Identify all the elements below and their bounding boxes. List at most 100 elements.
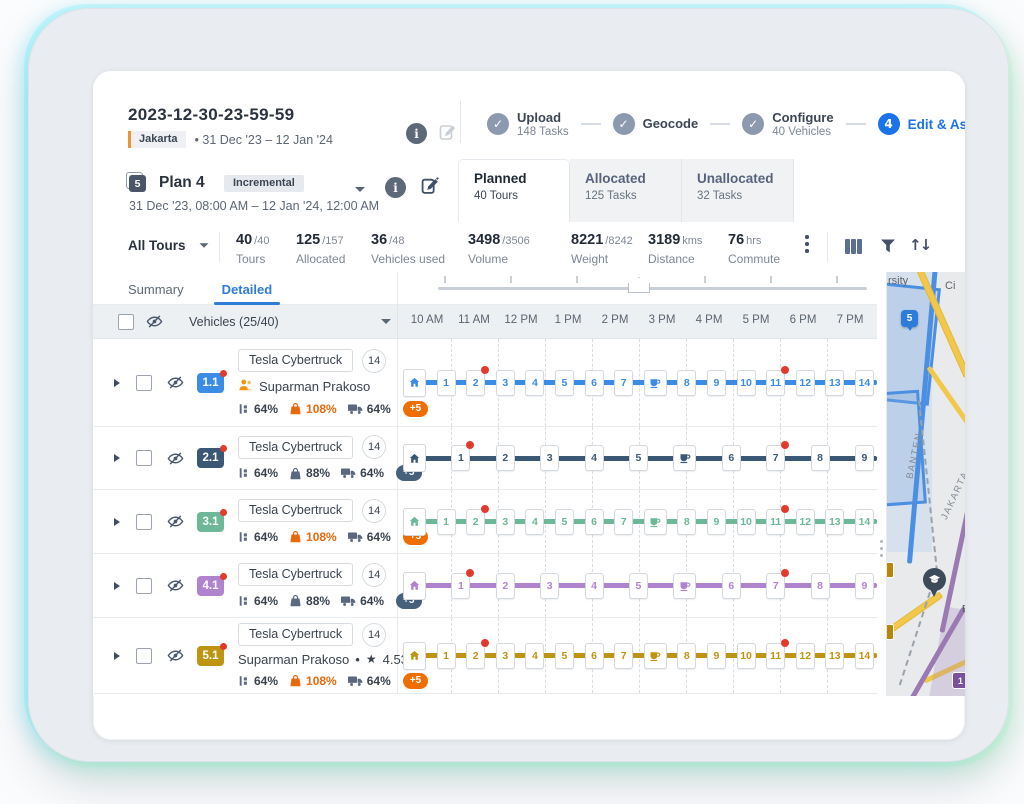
- edit-plan-icon[interactable]: [421, 176, 440, 200]
- expand-arrow-icon[interactable]: [114, 518, 120, 526]
- home-stop-icon[interactable]: [403, 444, 426, 472]
- stop-marker[interactable]: 6: [585, 509, 604, 535]
- stop-marker[interactable]: 5: [555, 509, 574, 535]
- stop-marker[interactable]: 4: [525, 509, 544, 535]
- break-stop-icon[interactable]: [644, 643, 667, 669]
- stop-marker[interactable]: 11: [766, 370, 785, 396]
- visibility-off-icon[interactable]: [146, 313, 163, 330]
- stop-marker[interactable]: 2: [466, 643, 485, 669]
- stop-marker[interactable]: 7: [614, 509, 633, 535]
- tab-detailed[interactable]: Detailed: [222, 280, 273, 297]
- row-checkbox[interactable]: [136, 578, 152, 594]
- task-count-badge[interactable]: 14: [362, 563, 386, 587]
- stop-marker[interactable]: 6: [585, 643, 604, 669]
- stop-marker[interactable]: 7: [766, 445, 785, 471]
- stop-marker[interactable]: 11: [766, 643, 785, 669]
- stop-marker[interactable]: 13: [825, 370, 844, 396]
- stop-marker[interactable]: 3: [496, 509, 515, 535]
- row-checkbox[interactable]: [136, 375, 152, 391]
- break-stop-icon[interactable]: [644, 509, 667, 535]
- row-checkbox[interactable]: [136, 450, 152, 466]
- step-configure[interactable]: ✓Configure40 Vehicles: [742, 111, 833, 138]
- expand-arrow-icon[interactable]: [114, 379, 120, 387]
- stop-marker[interactable]: 10: [737, 643, 756, 669]
- info-icon[interactable]: i: [406, 123, 427, 144]
- step-geocode[interactable]: ✓Geocode: [613, 113, 699, 135]
- stop-marker[interactable]: 1: [437, 509, 456, 535]
- filter-icon[interactable]: [880, 239, 896, 259]
- stop-marker[interactable]: 1: [451, 573, 470, 599]
- visibility-off-icon[interactable]: [167, 513, 184, 530]
- stop-marker[interactable]: 4: [585, 445, 604, 471]
- expand-arrow-icon[interactable]: [114, 582, 120, 590]
- stop-marker[interactable]: 9: [855, 445, 874, 471]
- stop-marker[interactable]: 7: [614, 370, 633, 396]
- stop-marker[interactable]: 6: [585, 370, 604, 396]
- tab-summary[interactable]: Summary: [128, 280, 184, 297]
- tour-badge[interactable]: 3.1: [197, 512, 224, 532]
- stop-marker[interactable]: 12: [796, 643, 815, 669]
- tour-badge[interactable]: 4.1: [197, 576, 224, 596]
- stop-marker[interactable]: 5: [629, 573, 648, 599]
- stop-marker[interactable]: 9: [707, 370, 726, 396]
- expand-arrow-icon[interactable]: [114, 454, 120, 462]
- stop-marker[interactable]: 1: [437, 370, 456, 396]
- stop-marker[interactable]: 3: [540, 445, 559, 471]
- stop-marker[interactable]: 5: [555, 643, 574, 669]
- stop-marker[interactable]: 13: [825, 643, 844, 669]
- visibility-off-icon[interactable]: [167, 647, 184, 664]
- expand-arrow-icon[interactable]: [114, 652, 120, 660]
- task-count-badge[interactable]: 14: [362, 499, 386, 523]
- vehicle-name[interactable]: Tesla Cybertruck: [238, 349, 353, 372]
- break-stop-icon[interactable]: [673, 445, 696, 471]
- stop-marker[interactable]: 4: [525, 643, 544, 669]
- row-checkbox[interactable]: [136, 648, 152, 664]
- slider-track[interactable]: [438, 287, 867, 290]
- stop-marker[interactable]: 14: [855, 509, 874, 535]
- stop-marker[interactable]: 2: [466, 509, 485, 535]
- stop-marker[interactable]: 9: [707, 509, 726, 535]
- home-stop-icon[interactable]: [403, 572, 426, 600]
- chevron-down-icon[interactable]: [381, 319, 391, 324]
- stop-marker[interactable]: 14: [855, 643, 874, 669]
- map-marker-gold[interactable]: [887, 624, 894, 640]
- stop-marker[interactable]: 13: [825, 509, 844, 535]
- stop-marker[interactable]: 8: [677, 370, 696, 396]
- tab-unallocated[interactable]: Unallocated32 Tasks: [682, 159, 794, 222]
- vehicle-name[interactable]: Tesla Cybertruck: [238, 499, 353, 522]
- task-count-badge[interactable]: 14: [362, 349, 386, 373]
- stop-marker[interactable]: 8: [677, 643, 696, 669]
- row-checkbox[interactable]: [136, 514, 152, 530]
- tour-badge[interactable]: 1.1: [197, 373, 224, 393]
- stop-marker[interactable]: 3: [496, 643, 515, 669]
- stop-marker[interactable]: 12: [796, 370, 815, 396]
- stop-marker[interactable]: 2: [496, 573, 515, 599]
- chevron-down-icon[interactable]: [355, 187, 365, 192]
- stop-marker[interactable]: 6: [722, 573, 741, 599]
- stop-marker[interactable]: 11: [766, 509, 785, 535]
- stop-marker[interactable]: 3: [496, 370, 515, 396]
- map-marker-zone[interactable]: 5: [901, 310, 918, 327]
- more-options-icon[interactable]: [805, 235, 809, 256]
- stop-marker[interactable]: 1: [437, 643, 456, 669]
- tab-planned[interactable]: Planned40 Tours: [458, 159, 570, 223]
- stop-marker[interactable]: 10: [737, 509, 756, 535]
- tour-filter-dropdown[interactable]: All Tours: [128, 238, 209, 253]
- stop-marker[interactable]: 2: [496, 445, 515, 471]
- visibility-off-icon[interactable]: [167, 577, 184, 594]
- stop-marker[interactable]: 5: [629, 445, 648, 471]
- tour-badge[interactable]: 2.1: [197, 448, 224, 468]
- stop-marker[interactable]: 9: [855, 573, 874, 599]
- task-count-badge[interactable]: 14: [362, 623, 386, 647]
- visibility-off-icon[interactable]: [167, 374, 184, 391]
- stop-marker[interactable]: 14: [855, 370, 874, 396]
- visibility-off-icon[interactable]: [167, 450, 184, 467]
- group-checkbox[interactable]: [118, 314, 134, 330]
- map[interactable]: rsity Ci BANTEN JAKARTA 5 UniversitIslam…: [887, 272, 965, 696]
- edit-note-icon[interactable]: [439, 123, 457, 146]
- map-marker-stop[interactable]: 1: [952, 672, 965, 689]
- break-stop-icon[interactable]: [644, 370, 667, 396]
- stop-marker[interactable]: 7: [614, 643, 633, 669]
- vehicles-group-header[interactable]: Vehicles (25/40): [93, 305, 398, 338]
- home-stop-icon[interactable]: [403, 369, 426, 397]
